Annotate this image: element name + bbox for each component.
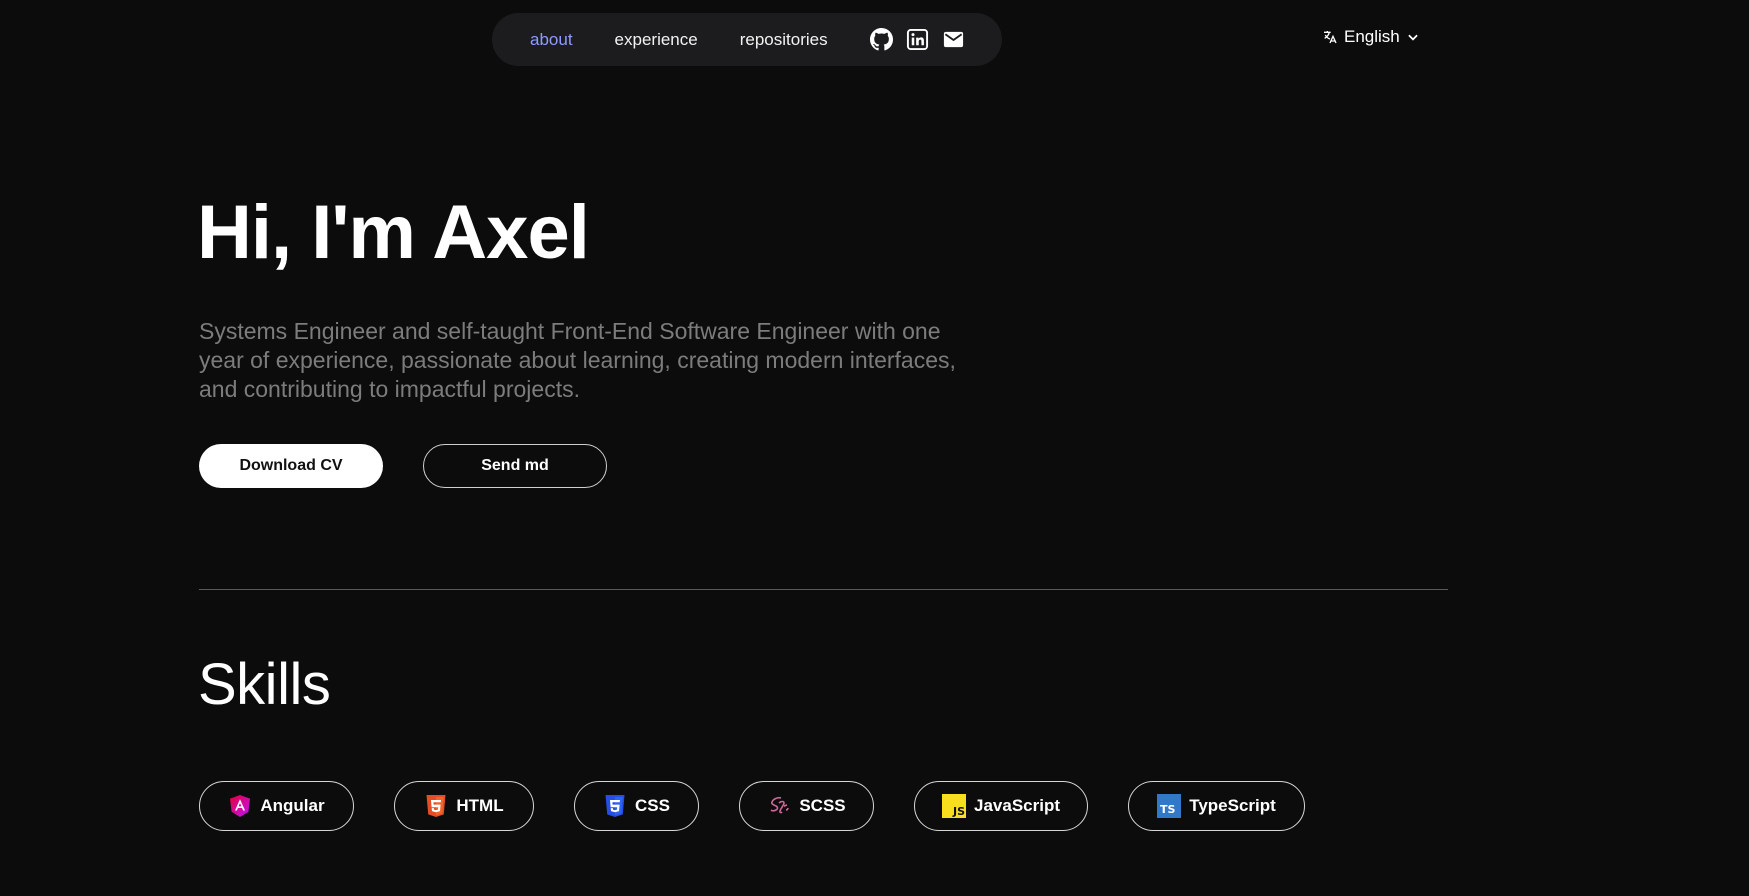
javascript-icon: JS bbox=[942, 794, 966, 818]
skill-html[interactable]: HTML bbox=[394, 781, 534, 831]
skill-label: SCSS bbox=[799, 796, 846, 815]
skill-css[interactable]: CSS bbox=[574, 781, 699, 831]
top-nav: about experience repositories bbox=[492, 13, 1002, 66]
angular-icon bbox=[228, 794, 252, 818]
social-links bbox=[869, 28, 965, 51]
skill-scss[interactable]: SCSS bbox=[739, 781, 874, 831]
skill-label: JavaScript bbox=[974, 796, 1060, 815]
linkedin-icon[interactable] bbox=[906, 28, 929, 51]
skill-label: HTML bbox=[456, 796, 504, 815]
html5-icon bbox=[424, 794, 448, 818]
hero-title: Hi, I'm Axel bbox=[197, 190, 590, 275]
typescript-icon: TS bbox=[1157, 794, 1182, 818]
send-md-button[interactable]: Send md bbox=[423, 444, 607, 488]
skill-label: TypeScript bbox=[1189, 796, 1276, 815]
skill-label: Angular bbox=[260, 796, 325, 815]
page: about experience repositories English Hi… bbox=[0, 0, 1749, 896]
chevron-down-icon bbox=[1406, 30, 1420, 44]
svg-text:TS: TS bbox=[1160, 803, 1176, 816]
hero-description: Systems Engineer and self-taught Front-E… bbox=[199, 318, 956, 402]
mail-icon[interactable] bbox=[942, 28, 965, 51]
nav-link-repositories[interactable]: repositories bbox=[740, 30, 828, 50]
sass-icon bbox=[767, 794, 791, 818]
skill-typescript[interactable]: TS TypeScript bbox=[1128, 781, 1305, 831]
language-label: English bbox=[1344, 27, 1400, 46]
svg-text:JS: JS bbox=[952, 805, 965, 818]
nav-link-about[interactable]: about bbox=[530, 30, 573, 50]
skill-angular[interactable]: Angular bbox=[199, 781, 354, 831]
translate-icon bbox=[1322, 29, 1338, 45]
skill-label: CSS bbox=[635, 796, 670, 815]
language-selector[interactable]: English bbox=[1322, 27, 1420, 47]
skills-title: Skills bbox=[198, 652, 331, 717]
css3-icon bbox=[603, 794, 627, 818]
skill-javascript[interactable]: JS JavaScript bbox=[914, 781, 1088, 831]
github-icon[interactable] bbox=[869, 28, 893, 51]
section-divider bbox=[199, 589, 1448, 590]
download-cv-button[interactable]: Download CV bbox=[199, 444, 383, 488]
nav-link-experience[interactable]: experience bbox=[615, 30, 698, 50]
